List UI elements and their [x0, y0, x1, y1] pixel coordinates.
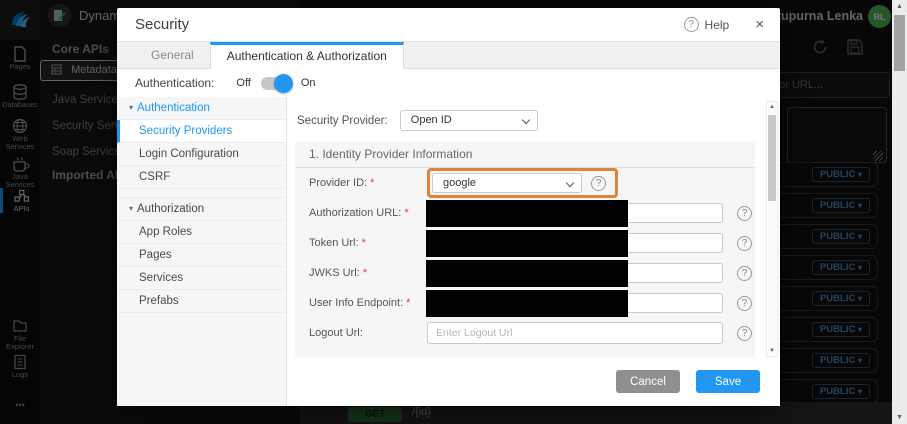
authorization-url-row: Authorization URL:* ? [295, 198, 755, 228]
help-icon[interactable]: ? [737, 326, 752, 341]
authentication-toggle-row: Authentication: Off On [117, 69, 780, 97]
provider-id-highlight: google ? [427, 168, 618, 198]
nav-item-pages[interactable]: Pages [117, 244, 286, 267]
identity-provider-panel: 1. Identity Provider Information Provide… [295, 141, 755, 357]
dialog-body: ▾Authentication Security Providers Login… [117, 97, 780, 406]
authorization-url-input[interactable] [427, 203, 723, 223]
dialog-title: Security [135, 16, 684, 33]
help-icon[interactable]: ? [737, 266, 752, 281]
scroll-up-icon[interactable]: ▲ [892, 3, 907, 10]
logout-url-row: Logout Url: ? [295, 318, 755, 348]
nav-item-security-providers[interactable]: Security Providers [117, 120, 286, 143]
user-info-endpoint-row: User Info Endpoint:* ? [295, 288, 755, 318]
redaction-overlay [426, 290, 628, 317]
security-content: Security Provider: Open ID 1. Identity P… [287, 97, 780, 406]
scroll-down-icon[interactable]: ▼ [767, 348, 777, 354]
required-marker: * [363, 267, 367, 279]
close-icon[interactable]: × [755, 17, 764, 32]
screen: Pages Databases Web Services Java Servic… [0, 0, 907, 424]
token-url-input[interactable] [427, 233, 723, 253]
required-marker: * [362, 237, 366, 249]
dialog-header: Security ? Help × [117, 8, 780, 42]
chevron-down-icon: ▾ [129, 103, 133, 112]
nav-header-authorization[interactable]: ▾Authorization [117, 197, 286, 221]
field-label: User Info Endpoint:* [309, 297, 427, 309]
authentication-toggle[interactable] [261, 77, 291, 90]
toggle-off-label: Off [236, 77, 250, 89]
provider-id-row: Provider ID:* google ? [295, 168, 755, 198]
help-icon[interactable]: ? [737, 296, 752, 311]
chevron-down-icon [522, 116, 530, 124]
chevron-down-icon: ▾ [129, 204, 133, 213]
user-info-endpoint-input[interactable] [427, 293, 723, 313]
redaction-overlay [426, 260, 628, 287]
provider-id-select[interactable]: google [432, 173, 582, 193]
redaction-overlay [426, 230, 628, 257]
nav-item-services[interactable]: Services [117, 267, 286, 290]
tab-authentication-authorization[interactable]: Authentication & Authorization [210, 42, 404, 69]
token-url-row: Token Url:* ? [295, 228, 755, 258]
field-label: Token Url:* [309, 237, 427, 249]
cancel-button[interactable]: Cancel [616, 370, 680, 393]
help-icon: ? [684, 17, 699, 32]
security-dialog: Security ? Help × General Authentication… [117, 8, 780, 406]
field-label: Provider ID:* [309, 177, 427, 189]
scroll-down-icon[interactable]: ▼ [892, 414, 907, 421]
dialog-tabs: General Authentication & Authorization [117, 42, 780, 69]
jwks-url-row: JWKS Url:* ? [295, 258, 755, 288]
browser-scrollbar[interactable]: ▲ ▼ [892, 0, 907, 424]
tab-general[interactable]: General [135, 42, 210, 68]
required-marker: * [406, 297, 410, 309]
redaction-overlay [426, 200, 628, 227]
scrollbar-thumb[interactable] [768, 115, 776, 201]
field-label: Authorization URL:* [309, 207, 427, 219]
help-icon[interactable]: ? [737, 236, 752, 251]
nav-item-prefabs[interactable]: Prefabs [117, 290, 286, 313]
toggle-knob [274, 74, 293, 93]
scrollbar-thumb[interactable] [894, 15, 905, 71]
nav-item-app-roles[interactable]: App Roles [117, 221, 286, 244]
field-label: JWKS Url:* [309, 267, 427, 279]
help-icon[interactable]: ? [737, 206, 752, 221]
logout-url-input[interactable] [427, 322, 723, 344]
security-provider-label: Security Provider: [297, 115, 388, 127]
toggle-on-label: On [301, 77, 316, 89]
scroll-up-icon[interactable]: ▲ [767, 104, 777, 110]
security-provider-select[interactable]: Open ID [400, 110, 538, 131]
help-icon[interactable]: ? [591, 176, 606, 191]
field-label: Logout Url: [309, 327, 427, 339]
authentication-label: Authentication: [135, 76, 214, 90]
help-button[interactable]: ? Help [684, 17, 730, 32]
security-nav: ▾Authentication Security Providers Login… [117, 97, 287, 406]
jwks-url-input[interactable] [427, 263, 723, 283]
nav-item-csrf[interactable]: CSRF [117, 166, 286, 189]
required-marker: * [370, 177, 374, 189]
save-button[interactable]: Save [696, 370, 760, 393]
nav-header-authentication[interactable]: ▾Authentication [117, 97, 286, 120]
nav-item-login-configuration[interactable]: Login Configuration [117, 143, 286, 166]
section-title: 1. Identity Provider Information [295, 141, 755, 168]
chevron-down-icon [566, 179, 574, 187]
required-marker: * [404, 207, 408, 219]
modal-scrollbar[interactable]: ▲ ▼ [766, 101, 778, 357]
